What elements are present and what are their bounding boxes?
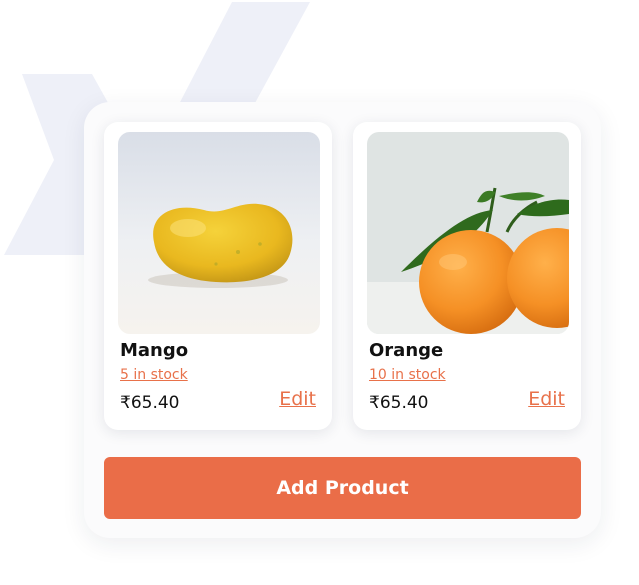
product-card-mango: Mango 5 in stock ₹65.40 Edit (104, 122, 332, 430)
stock-link[interactable]: 10 in stock (369, 367, 446, 383)
product-name: Mango (120, 340, 189, 361)
product-image-orange (367, 132, 569, 334)
product-name: Orange (369, 340, 444, 361)
stock-link[interactable]: 5 in stock (120, 367, 188, 383)
product-price: ₹65.40 (369, 393, 429, 413)
add-product-button[interactable]: Add Product (104, 457, 581, 519)
edit-button[interactable]: Edit (279, 388, 316, 410)
product-price: ₹65.40 (120, 393, 180, 413)
edit-button[interactable]: Edit (528, 388, 565, 410)
product-image-mango (118, 132, 320, 334)
page-canvas: Mango 5 in stock ₹65.40 Edit Orange 10 i… (0, 0, 639, 585)
product-card-orange: Orange 10 in stock ₹65.40 Edit (353, 122, 581, 430)
product-panel: Mango 5 in stock ₹65.40 Edit Orange 10 i… (84, 102, 601, 538)
